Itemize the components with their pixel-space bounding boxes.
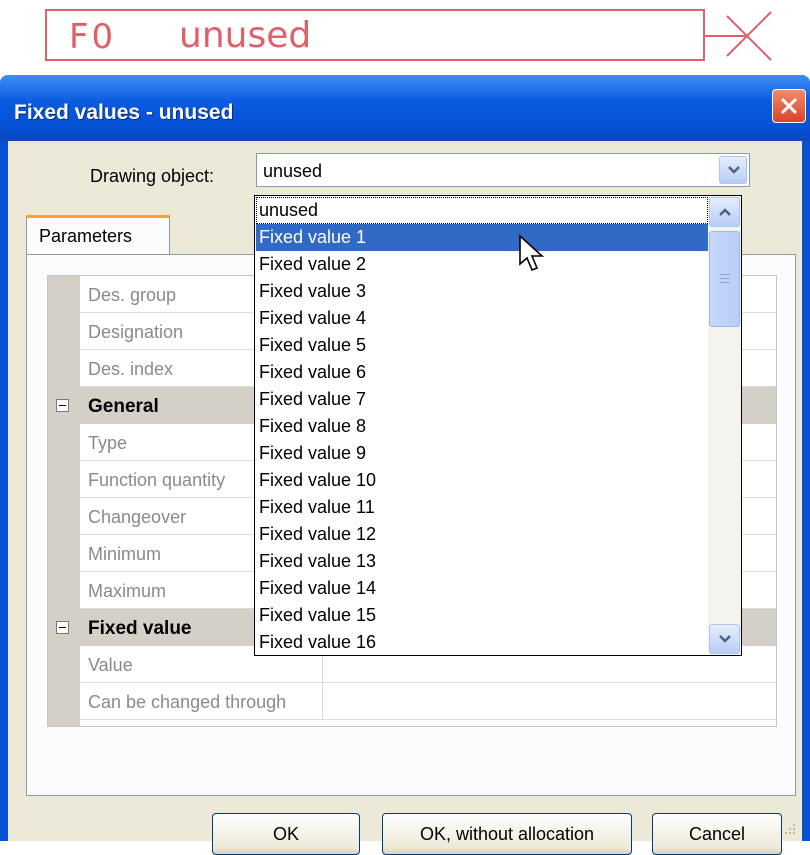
dropdown-option[interactable]: Fixed value 6	[256, 359, 708, 386]
chevron-down-icon	[719, 635, 731, 643]
property-category-label: General	[88, 396, 159, 417]
tab-parameters[interactable]: Parameters	[26, 215, 170, 255]
cancel-button[interactable]: Cancel	[652, 813, 782, 855]
chevron-up-icon	[719, 208, 731, 216]
mouse-cursor-icon	[519, 234, 545, 272]
dropdown-option[interactable]: Fixed value 14	[256, 575, 708, 602]
dropdown-scrollbar[interactable]	[708, 196, 741, 655]
property-name: Function quantity	[88, 470, 226, 490]
dialog-title: Fixed values - unused	[14, 101, 234, 124]
dropdown-arrow-button[interactable]	[719, 156, 747, 184]
scroll-thumb[interactable]	[709, 231, 740, 327]
property-name: Value	[88, 655, 133, 675]
property-row[interactable]: Can be changed through	[48, 683, 776, 720]
title-bar[interactable]: Fixed values - unused	[0, 75, 810, 141]
ok-without-allocation-button[interactable]: OK, without allocation	[382, 813, 632, 855]
dropdown-option[interactable]: Fixed value 1	[256, 224, 708, 251]
dropdown-option[interactable]: Fixed value 8	[256, 413, 708, 440]
property-name: Can be changed through	[88, 692, 287, 712]
drawing-object-id: F0	[69, 17, 117, 57]
chevron-down-icon	[728, 166, 740, 174]
property-name: Maximum	[88, 581, 167, 601]
dropdown-option[interactable]: Fixed value 12	[256, 521, 708, 548]
property-name: Type	[88, 433, 128, 453]
drawing-object-dropdown-list[interactable]: unused Fixed value 1 Fixed value 2 Fixed va…	[254, 195, 742, 656]
dropdown-option[interactable]: Fixed value 3	[256, 278, 708, 305]
property-name: Des. index	[88, 359, 174, 379]
dropdown-option[interactable]: Fixed value 5	[256, 332, 708, 359]
collapse-icon[interactable]	[56, 399, 69, 412]
close-button[interactable]	[772, 89, 806, 123]
dropdown-option[interactable]: Fixed value 10	[256, 467, 708, 494]
row-divider	[80, 719, 776, 720]
column-divider	[322, 683, 323, 719]
drawing-object-box[interactable]: F0 unused	[45, 9, 705, 61]
dropdown-option[interactable]: Fixed value 9	[256, 440, 708, 467]
dropdown-option[interactable]: Fixed value 13	[256, 548, 708, 575]
dropdown-option[interactable]: Fixed value 4	[256, 305, 708, 332]
dropdown-option[interactable]: Fixed value 7	[256, 386, 708, 413]
dropdown-option[interactable]: Fixed value 16	[256, 629, 708, 655]
dropdown-option[interactable]: Fixed value 11	[256, 494, 708, 521]
drawing-object-name: unused	[179, 15, 312, 56]
scroll-up-button[interactable]	[709, 197, 740, 227]
collapse-icon[interactable]	[56, 621, 69, 634]
property-name: Des. group	[88, 285, 177, 305]
resize-grip-icon[interactable]	[782, 821, 796, 835]
property-name: Changeover	[88, 507, 187, 527]
property-category-label: Fixed value	[88, 618, 192, 639]
dropdown-option[interactable]: unused	[256, 197, 708, 224]
connector-cross-icon	[705, 11, 772, 61]
drawing-object-select-value: unused	[263, 161, 323, 181]
close-icon	[780, 97, 798, 115]
property-name: Designation	[88, 322, 184, 342]
property-name: Minimum	[88, 544, 162, 564]
drawing-object-label: Drawing object:	[90, 166, 215, 186]
ok-button[interactable]: OK	[212, 813, 360, 855]
scroll-down-button[interactable]	[709, 624, 740, 654]
dropdown-option[interactable]: Fixed value 2	[256, 251, 708, 278]
tab-parameters-label: Parameters	[39, 226, 133, 246]
drawing-object-select[interactable]: unused	[256, 153, 750, 187]
dropdown-option[interactable]: Fixed value 15	[256, 602, 708, 629]
